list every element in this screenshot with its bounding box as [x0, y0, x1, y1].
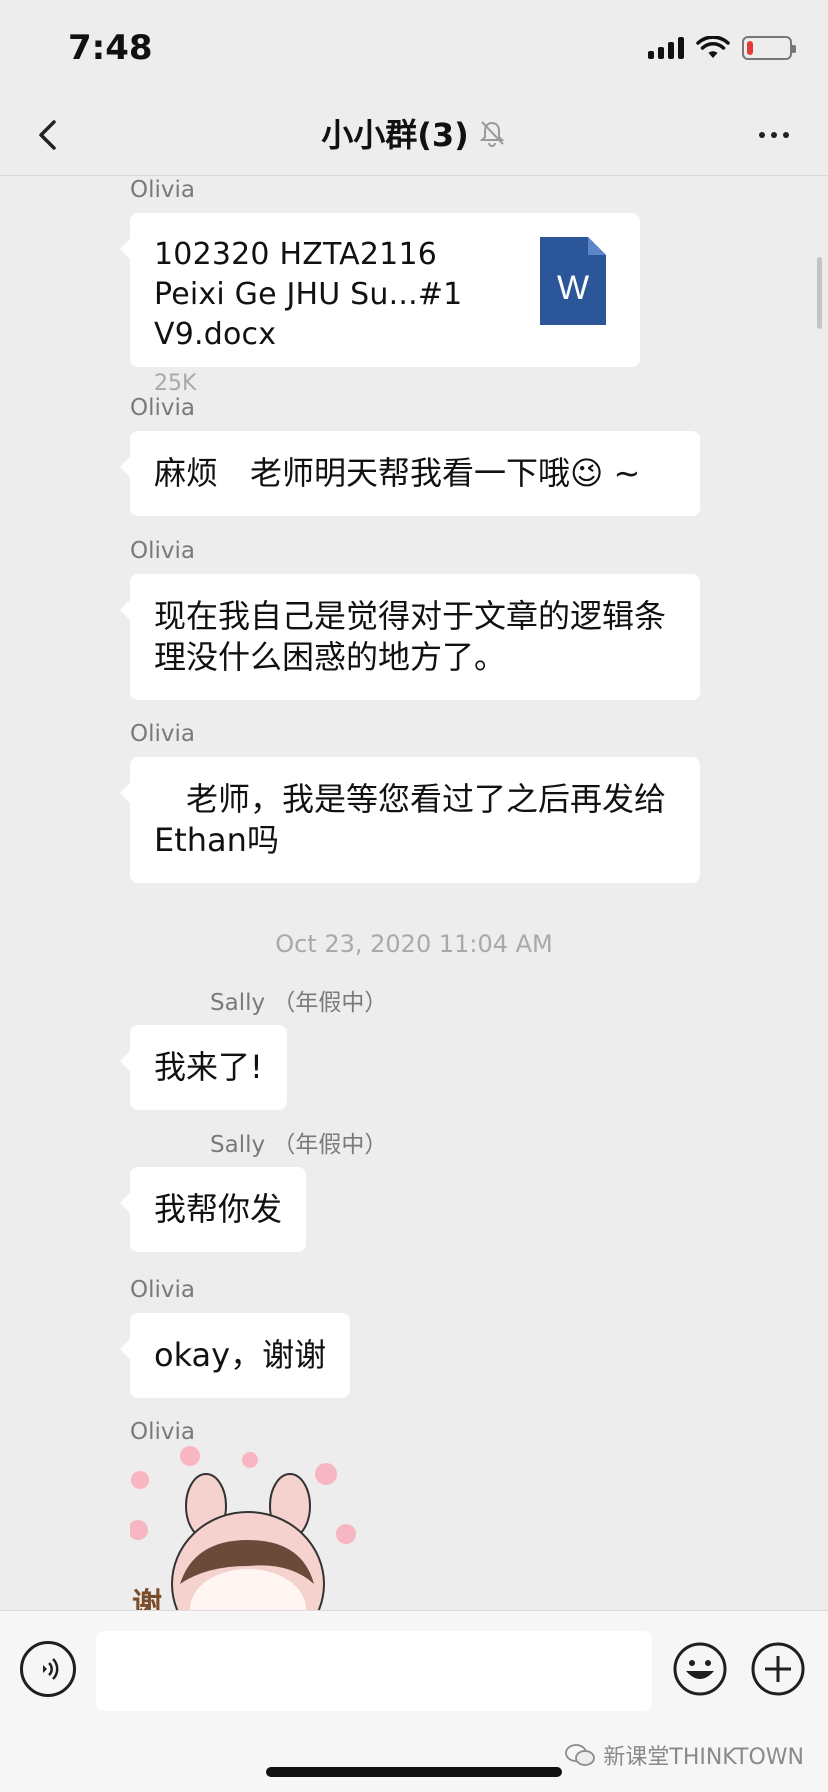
voice-icon — [43, 1658, 59, 1680]
sticker-text: 谢 — [132, 1587, 162, 1610]
chat-message-list[interactable]: Olivia 102320 HZTA2116 Peixi Ge JHU Su..… — [0, 177, 828, 1610]
emoji-icon — [673, 1642, 727, 1696]
more-dots-icon — [759, 132, 765, 138]
sender-name: Sally （年假中） — [210, 1125, 387, 1159]
bell-muted-icon — [479, 121, 505, 147]
chat-header: 小小群(3) — [0, 96, 828, 176]
status-time: 7:48 — [68, 28, 153, 68]
sender-name-text: Sally — [210, 1132, 266, 1158]
message-text: Olivia okay，谢谢 — [119, 1277, 351, 1398]
battery-icon — [742, 36, 796, 60]
message-input[interactable] — [96, 1631, 652, 1711]
sender-name: Olivia — [130, 1277, 195, 1303]
plus-icon — [751, 1642, 805, 1696]
message-text: Olivia 现在我自己是觉得对于文章的逻辑条理没什么困惑的地方了。 — [120, 538, 700, 700]
watermark-text: 新课堂THINKTOWN — [603, 1745, 804, 1770]
file-bubble[interactable]: 102320 HZTA2116 Peixi Ge JHU Su...#1 V9.… — [120, 213, 640, 396]
file-name: 102320 HZTA2116 Peixi Ge JHU Su...#1 V9.… — [154, 237, 463, 352]
battery-level — [747, 41, 753, 55]
word-document-icon: W — [540, 237, 606, 325]
chat-timestamp: Oct 23, 2020 11:04 AM — [275, 930, 553, 958]
message-bubble[interactable]: okay，谢谢 — [119, 1313, 351, 1398]
message-file: Olivia 102320 HZTA2116 Peixi Ge JHU Su..… — [120, 177, 640, 396]
sender-name: Olivia — [130, 721, 195, 747]
chat-title: 小小群(3) — [321, 116, 469, 154]
sender-name: Sally （年假中） — [210, 983, 387, 1017]
sender-status: （年假中） — [272, 990, 388, 1016]
message-text: Olivia 麻烦 老师明天帮我看一下哦😉 ~ — [120, 395, 700, 516]
status-bar: 7:48 — [0, 0, 828, 96]
chat-title-container: 小小群(3) — [0, 110, 828, 156]
status-icons — [648, 36, 796, 60]
more-options-button[interactable] — [744, 110, 804, 160]
sender-name: Olivia — [130, 538, 195, 564]
wechat-icon — [565, 1744, 596, 1766]
message-bubble[interactable]: 麻烦 老师明天帮我看一下哦😉 ~ — [120, 431, 700, 516]
sender-name-text: Sally — [210, 990, 266, 1016]
emoji-button[interactable] — [672, 1641, 728, 1697]
message-input-bar: 新课堂THINKTOWN — [0, 1610, 828, 1792]
voice-input-button[interactable] — [20, 1641, 76, 1697]
wifi-icon — [696, 36, 730, 58]
sender-name: Olivia — [130, 395, 195, 421]
home-indicator[interactable] — [266, 1767, 562, 1777]
svg-text:W: W — [557, 269, 589, 307]
sticker-image[interactable]: 谢 — [130, 1444, 390, 1610]
message-bubble[interactable]: 我帮你发 — [119, 1167, 307, 1252]
watermark: 新课堂THINKTOWN — [565, 1739, 804, 1771]
cellular-signal-icon — [648, 37, 684, 59]
message-text: 我来了! — [120, 1025, 287, 1110]
more-functions-button[interactable] — [750, 1641, 806, 1697]
sender-status: （年假中） — [272, 1132, 388, 1158]
scrollbar[interactable] — [817, 257, 822, 329]
message-bubble[interactable]: 现在我自己是觉得对于文章的逻辑条理没什么困惑的地方了。 — [120, 574, 700, 700]
message-text: Olivia 老师，我是等您看过了之后再发给Ethan吗 — [120, 721, 700, 883]
message-bubble[interactable]: 我来了! — [120, 1025, 287, 1110]
sender-name: Olivia — [130, 1419, 195, 1445]
message-text: 我帮你发 — [119, 1167, 307, 1252]
sender-name: Olivia — [130, 177, 195, 203]
message-bubble[interactable]: 老师，我是等您看过了之后再发给Ethan吗 — [120, 757, 700, 883]
